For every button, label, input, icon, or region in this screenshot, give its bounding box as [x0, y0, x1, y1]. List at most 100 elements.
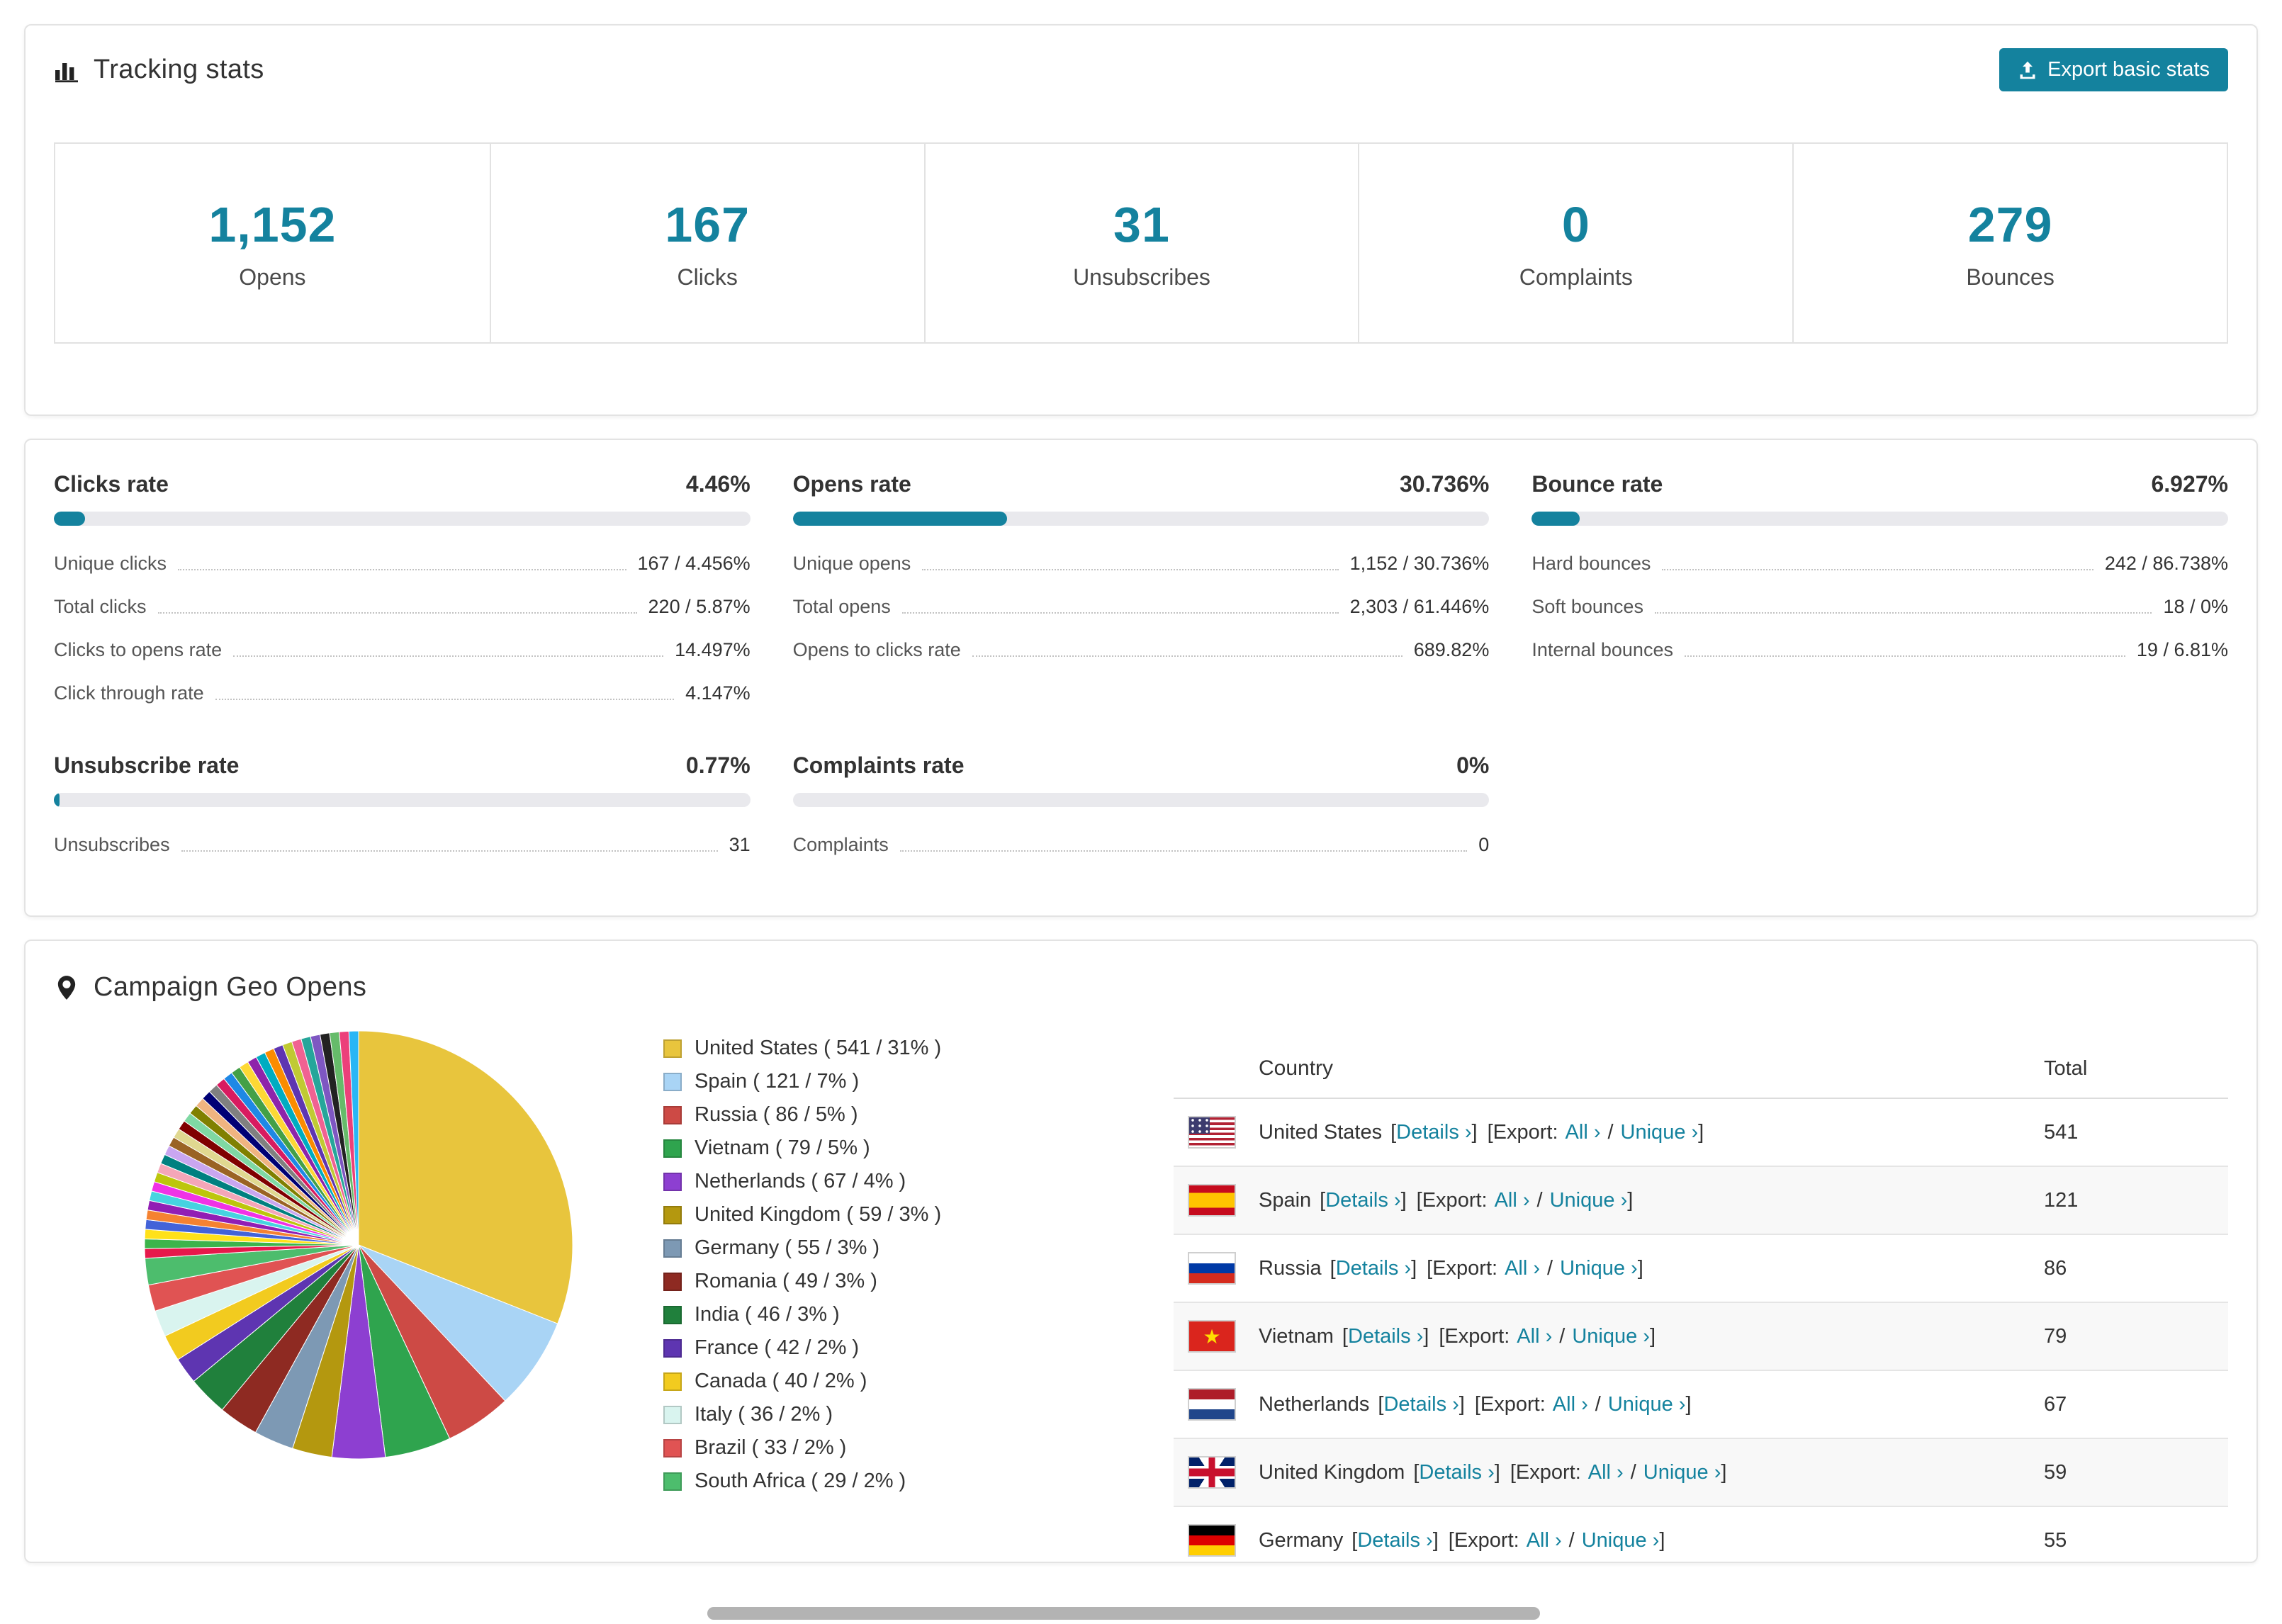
- country-flag: [1188, 1116, 1236, 1149]
- rate-stat-label: Complaints: [792, 834, 889, 855]
- legend-item: Netherlands ( 67 / 4% ): [663, 1170, 1145, 1193]
- stat-label: Clicks: [677, 264, 738, 290]
- rate-stat-value: 242 / 86.738%: [2104, 553, 2228, 574]
- bracket: ]: [1649, 1324, 1656, 1348]
- stat-value: 0: [1561, 196, 1590, 252]
- export-unique-link[interactable]: Unique ›: [1621, 1121, 1699, 1144]
- bracket: [: [1342, 1324, 1348, 1348]
- rate-panel: Complaints rate 0% Complaints 0: [792, 752, 1490, 867]
- export-all-link[interactable]: All ›: [1588, 1461, 1624, 1484]
- bracket: ]: [1627, 1188, 1634, 1212]
- legend-label: Germany ( 55 / 3% ): [695, 1236, 880, 1259]
- rate-title: Complaints rate: [792, 752, 965, 778]
- export-unique-link[interactable]: Unique ›: [1582, 1529, 1660, 1552]
- rate-stat-label: Internal bounces: [1531, 639, 1673, 660]
- export-all-link[interactable]: All ›: [1553, 1393, 1588, 1416]
- legend-label: Brazil ( 33 / 2% ): [695, 1436, 847, 1459]
- table-row: Russia [Details ›] [Export: All › / Unique ›]…: [1174, 1234, 2228, 1302]
- details-link[interactable]: Details ›: [1419, 1461, 1494, 1484]
- rate-stat-row: Unsubscribes 31: [54, 824, 751, 867]
- rate-stat-label: Unique clicks: [54, 553, 167, 574]
- export-basic-stats-button[interactable]: Export basic stats: [1999, 48, 2228, 91]
- export-all-link[interactable]: All ›: [1505, 1257, 1540, 1280]
- progress-bar: [792, 793, 1490, 807]
- legend-color-swatch: [663, 1039, 682, 1058]
- export-all-link[interactable]: All ›: [1566, 1121, 1601, 1144]
- country-name: Vietnam: [1259, 1324, 1334, 1348]
- stat-label: Complaints: [1519, 264, 1633, 290]
- horizontal-scrollbar-thumb[interactable]: [707, 1607, 1541, 1620]
- progress-bar: [54, 512, 751, 526]
- country-column-header: Country: [1259, 1056, 1334, 1080]
- details-link[interactable]: Details ›: [1357, 1529, 1432, 1552]
- export-unique-link[interactable]: Unique ›: [1572, 1325, 1650, 1348]
- bracket: [: [1427, 1256, 1433, 1280]
- bracket: [: [1487, 1120, 1493, 1144]
- legend-color-swatch: [663, 1139, 682, 1158]
- export-all-link[interactable]: All ›: [1527, 1529, 1562, 1552]
- rate-value: 4.46%: [685, 471, 751, 497]
- page-title: Tracking stats: [94, 55, 264, 84]
- details-link[interactable]: Details ›: [1348, 1325, 1423, 1348]
- export-unique-link[interactable]: Unique ›: [1560, 1257, 1638, 1280]
- geo-table-header: Country Total: [1174, 1042, 2228, 1099]
- geo-pie-chart[interactable]: [142, 1028, 575, 1462]
- rate-stat-row: Click through rate 4.147%: [54, 672, 751, 716]
- legend-color-swatch: [663, 1405, 682, 1424]
- rate-stat-value: 0: [1478, 834, 1490, 855]
- tracking-stats-card: Tracking stats Export basic stats 1,152 …: [24, 24, 2258, 416]
- dotted-leader: [1662, 569, 2093, 570]
- rate-stat-value: 4.147%: [685, 682, 751, 704]
- geo-section-title: Campaign Geo Opens: [94, 972, 367, 1002]
- geo-table-body: United States [Details ›] [Export: All › / Un…: [1174, 1099, 2228, 1562]
- rate-stat-label: Hard bounces: [1531, 553, 1651, 574]
- details-link[interactable]: Details ›: [1336, 1257, 1411, 1280]
- rate-stat-row: Complaints 0: [793, 824, 1490, 867]
- export-unique-link[interactable]: Unique ›: [1608, 1393, 1686, 1416]
- export-label: Export:: [1515, 1460, 1581, 1484]
- rate-stat-value: 689.82%: [1413, 639, 1490, 660]
- legend-item: Brazil ( 33 / 2% ): [663, 1436, 1145, 1460]
- legend-color-swatch: [663, 1205, 682, 1224]
- legend-label: Romania ( 49 / 3% ): [695, 1270, 877, 1292]
- rate-title: Opens rate: [792, 471, 911, 497]
- export-unique-link[interactable]: Unique ›: [1550, 1189, 1628, 1212]
- details-link[interactable]: Details ›: [1325, 1189, 1400, 1212]
- export-all-link[interactable]: All ›: [1495, 1189, 1530, 1212]
- rate-value: 30.736%: [1400, 471, 1490, 497]
- bracket: ]: [1698, 1120, 1704, 1144]
- country-flag: [1188, 1456, 1236, 1489]
- rate-panel: Opens rate 30.736% Unique opens 1,152 / …: [792, 471, 1490, 716]
- legend-label: United Kingdom ( 59 / 3% ): [695, 1203, 942, 1226]
- table-row: United Kingdom [Details ›] [Export: All › / U…: [1174, 1438, 2228, 1506]
- details-link[interactable]: Details ›: [1396, 1121, 1471, 1144]
- legend-item: Vietnam ( 79 / 5% ): [663, 1137, 1145, 1160]
- rate-panel: Unsubscribe rate 0.77% Unsubscribes 31: [54, 752, 751, 867]
- rate-stat-row: Unique clicks 167 / 4.456%: [54, 543, 751, 586]
- rate-stat-label: Opens to clicks rate: [792, 639, 961, 660]
- rate-panel: Bounce rate 6.927% Hard bounces 242 / 86…: [1531, 471, 2228, 716]
- bracket: ]: [1411, 1256, 1417, 1280]
- dotted-leader: [178, 569, 626, 570]
- export-unique-link[interactable]: Unique ›: [1643, 1461, 1721, 1484]
- export-all-link[interactable]: All ›: [1517, 1325, 1552, 1348]
- geo-table: Country Total United States [Details ›] [E…: [1174, 1042, 2228, 1562]
- slash-separator: /: [1630, 1460, 1636, 1484]
- legend-label: India ( 46 / 3% ): [695, 1303, 840, 1326]
- rate-stat-row: Total opens 2,303 / 61.446%: [793, 586, 1490, 629]
- legend-item: France ( 42 / 2% ): [663, 1336, 1145, 1360]
- rate-stat-value: 1,152 / 30.736%: [1349, 553, 1490, 574]
- table-row: Netherlands [Details ›] [Export: All › / Uniq…: [1174, 1370, 2228, 1438]
- bracket: ]: [1637, 1256, 1643, 1280]
- table-row: United States [Details ›] [Export: All › / Un…: [1174, 1099, 2228, 1166]
- stat-value: 279: [1967, 196, 2053, 252]
- details-link[interactable]: Details ›: [1383, 1393, 1458, 1416]
- dotted-leader: [1684, 655, 2125, 657]
- tracking-stats-page: Tracking stats Export basic stats 1,152 …: [0, 0, 2282, 1624]
- country-flag: [1188, 1184, 1236, 1217]
- rate-stat-row: Opens to clicks rate 689.82%: [793, 629, 1490, 672]
- legend-color-swatch: [663, 1438, 682, 1457]
- bracket: [: [1474, 1392, 1480, 1416]
- rate-stat-row: Soft bounces 18 / 0%: [1531, 586, 2228, 629]
- bracket: ]: [1423, 1324, 1429, 1348]
